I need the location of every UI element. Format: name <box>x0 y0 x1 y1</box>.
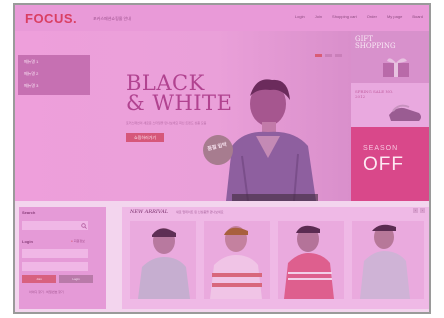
product-card-4[interactable] <box>352 221 424 299</box>
join-button[interactable]: Join <box>22 275 56 283</box>
spring-sale-banner[interactable]: SPRING SALE NO. 2012 <box>351 83 429 127</box>
slider-dot-3[interactable] <box>335 54 342 57</box>
login-label: Login <box>22 239 33 244</box>
password-field[interactable] <box>22 262 88 271</box>
logo-subtitle: 포커스패션쇼핑몰 안내 <box>93 16 131 21</box>
bottom-section: Search Login 회원정보 Join Login 아이디 찾기 · 비밀… <box>15 201 429 312</box>
slider-dot-1[interactable] <box>315 54 322 57</box>
shoes-icon <box>389 104 421 121</box>
gift-box-icon <box>383 58 409 77</box>
new-arrival-subtitle: 새로 업데이트 된 신상품을 만나보세요 <box>176 210 224 214</box>
season-off-banner[interactable]: SEASON OFF <box>351 127 429 201</box>
nav-login[interactable]: Login <box>295 14 305 19</box>
product-photo-1 <box>130 221 196 299</box>
product-card-3[interactable] <box>278 221 344 299</box>
find-account-links[interactable]: 아이디 찾기 · 비밀번호 찾기 <box>29 290 64 294</box>
gift-shopping-title: GIFT SHOPPING <box>355 36 396 50</box>
user-id-field[interactable] <box>22 249 88 258</box>
model-photo <box>226 79 318 201</box>
new-arrival-section: NEW ARRIVAL 새로 업데이트 된 신상품을 만나보세요 ‹ › <box>122 207 429 309</box>
login-panel: Search Login 회원정보 Join Login 아이디 찾기 · 비밀… <box>19 207 106 309</box>
login-button[interactable]: Login <box>59 275 93 283</box>
nav-board[interactable]: Board <box>412 14 423 19</box>
carousel-arrows: ‹ › <box>413 208 425 213</box>
side-menu-item-3[interactable]: 메뉴명 3 <box>18 79 90 91</box>
search-label: Search <box>22 210 36 215</box>
gift-shopping-banner[interactable]: GIFT SHOPPING <box>351 31 429 83</box>
new-arrival-title: NEW ARRIVAL <box>130 209 169 215</box>
next-arrow-icon[interactable]: › <box>420 208 425 213</box>
off-label: OFF <box>363 154 404 175</box>
nav-join[interactable]: Join <box>315 14 322 19</box>
top-navigation: Login Join Shopping cart Order My page B… <box>295 14 423 19</box>
shopping-line: SHOPPING <box>355 42 396 50</box>
browser-frame: FOCUS. 포커스패션쇼핑몰 안내 Login Join Shopping c… <box>13 3 431 314</box>
search-input[interactable] <box>22 221 88 230</box>
nav-my-page[interactable]: My page <box>387 14 402 19</box>
season-label: SEASON <box>363 145 399 152</box>
side-menu-item-1[interactable]: 메뉴명 1 <box>18 55 90 67</box>
save-id-checkbox[interactable]: 회원정보 <box>71 239 85 243</box>
nav-shopping-cart[interactable]: Shopping cart <box>332 14 357 19</box>
site-header: FOCUS. 포커스패션쇼핑몰 안내 Login Join Shopping c… <box>15 5 429 31</box>
product-card-2[interactable] <box>204 221 270 299</box>
promo-column: GIFT SHOPPING SPRING SALE NO. 2012 SEASO… <box>351 31 429 201</box>
site-logo[interactable]: FOCUS. <box>25 11 77 26</box>
slider-indicators <box>315 54 342 57</box>
spring-sale-title: SPRING SALE NO. 2012 <box>355 89 393 99</box>
nav-order[interactable]: Order <box>367 14 377 19</box>
product-card-1[interactable] <box>130 221 196 299</box>
side-menu-item-2[interactable]: 메뉴명 2 <box>18 67 90 79</box>
product-photo-2 <box>204 221 270 299</box>
search-icon[interactable] <box>81 223 87 229</box>
side-menu: 메뉴명 1 메뉴명 2 메뉴명 3 <box>18 55 90 95</box>
product-photo-3 <box>278 221 344 299</box>
prev-arrow-icon[interactable]: ‹ <box>413 208 418 213</box>
product-photo-4 <box>352 221 424 299</box>
slider-dot-2[interactable] <box>325 54 332 57</box>
shop-now-button[interactable]: 쇼핑하러가기 <box>126 133 164 142</box>
